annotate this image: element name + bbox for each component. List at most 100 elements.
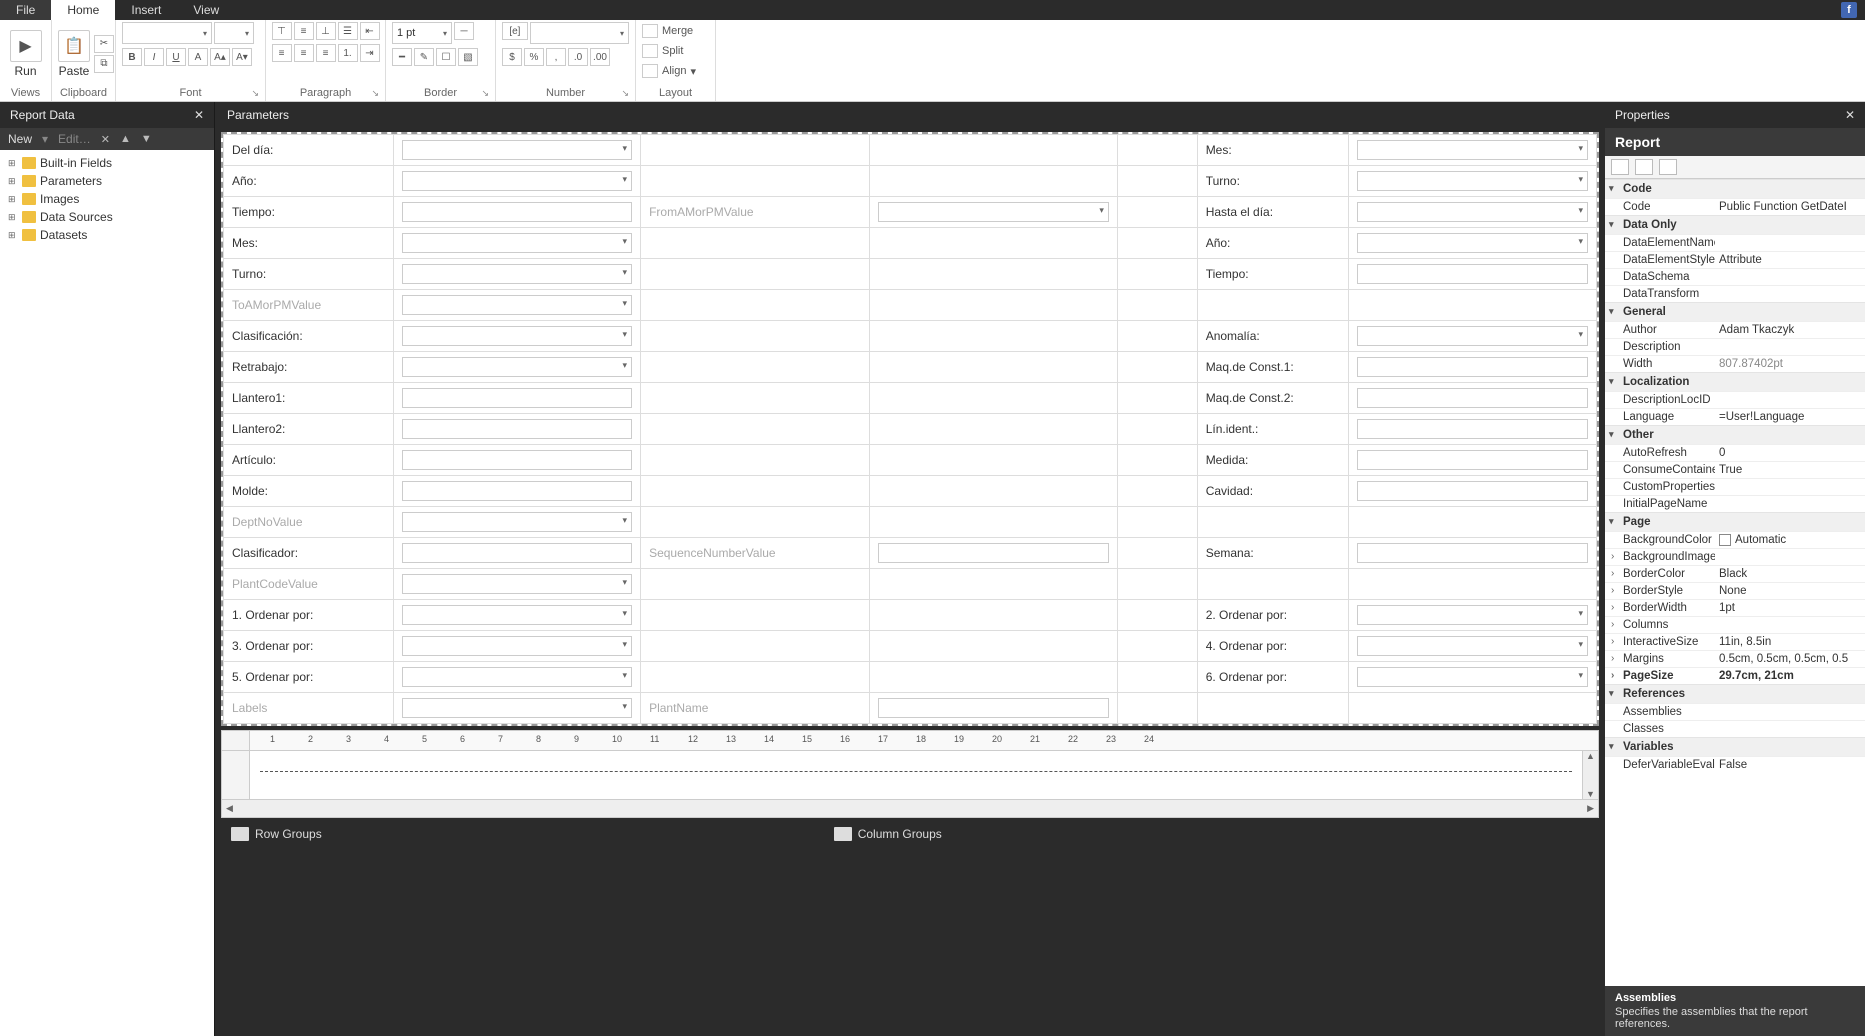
param-field[interactable]	[1349, 445, 1597, 476]
param-field[interactable]	[1349, 197, 1597, 228]
property-value[interactable]	[1715, 392, 1865, 408]
vertical-scrollbar[interactable]: ▲▼	[1582, 751, 1598, 799]
property-value[interactable]	[1715, 479, 1865, 495]
property-row[interactable]: BackgroundColorAutomatic	[1605, 531, 1865, 548]
param-field[interactable]	[1349, 538, 1597, 569]
border-dialog-icon[interactable]: ↘	[481, 88, 489, 99]
number-format-combo[interactable]: ▾	[530, 22, 629, 44]
param-field[interactable]	[1349, 166, 1597, 197]
percent-button[interactable]: %	[524, 48, 544, 66]
property-value[interactable]	[1715, 496, 1865, 512]
param-field[interactable]	[1349, 321, 1597, 352]
tree-item[interactable]: ⊞Built-in Fields	[0, 154, 214, 172]
split-button[interactable]: Split	[642, 42, 683, 60]
property-value[interactable]: 11in, 8.5in	[1715, 634, 1865, 650]
property-value[interactable]	[1715, 269, 1865, 285]
font-color-button[interactable]: A	[188, 48, 208, 66]
categorized-button[interactable]	[1611, 159, 1629, 175]
param-field[interactable]	[1349, 259, 1597, 290]
align-center-button[interactable]: ≡	[294, 44, 314, 62]
align-right-button[interactable]: ≡	[316, 44, 336, 62]
row-groups-button[interactable]: Row Groups	[215, 827, 338, 841]
indent-button[interactable]: ⇥	[360, 44, 380, 62]
param-field[interactable]	[393, 569, 641, 600]
align-left-button[interactable]: ≡	[272, 44, 292, 62]
property-category[interactable]: References	[1605, 684, 1865, 703]
expand-icon[interactable]: ⊞	[8, 194, 18, 205]
align-mid-button[interactable]: ≡	[294, 22, 314, 40]
param-field[interactable]	[393, 290, 641, 321]
font-family-combo[interactable]: ▾	[122, 22, 212, 44]
param-field[interactable]	[1349, 383, 1597, 414]
font-size-combo[interactable]: ▾	[214, 22, 254, 44]
placeholder-button[interactable]: [e]	[502, 22, 528, 40]
border-presets-button[interactable]: ☐	[436, 48, 456, 66]
delete-icon[interactable]: ✕	[101, 133, 110, 146]
copy-button[interactable]: ⧉	[94, 55, 114, 73]
property-row[interactable]: DataTransform	[1605, 285, 1865, 302]
param-field[interactable]	[393, 135, 641, 166]
param-field[interactable]	[393, 197, 641, 228]
property-value[interactable]: 0	[1715, 445, 1865, 461]
param-field[interactable]	[1349, 352, 1597, 383]
property-value[interactable]	[1715, 549, 1865, 565]
expand-icon[interactable]: ⊞	[8, 212, 18, 223]
border-style-button[interactable]: ─	[454, 22, 474, 40]
param-field[interactable]	[393, 631, 641, 662]
property-value[interactable]: False	[1715, 757, 1865, 773]
param-field[interactable]	[393, 476, 641, 507]
param-field[interactable]	[1349, 414, 1597, 445]
property-row[interactable]: AutoRefresh0	[1605, 444, 1865, 461]
param-field[interactable]	[393, 693, 641, 724]
param-field[interactable]	[870, 538, 1118, 569]
property-row[interactable]: Columns	[1605, 616, 1865, 633]
property-row[interactable]: Width807.87402pt	[1605, 355, 1865, 372]
property-value[interactable]	[1715, 235, 1865, 251]
property-value[interactable]: 0.5cm, 0.5cm, 0.5cm, 0.5	[1715, 651, 1865, 667]
property-row[interactable]: Classes	[1605, 720, 1865, 737]
numbering-button[interactable]: 1.	[338, 44, 358, 62]
param-field[interactable]	[1349, 631, 1597, 662]
paragraph-dialog-icon[interactable]: ↘	[371, 88, 379, 99]
move-down-icon[interactable]: ▼	[141, 133, 152, 145]
property-category[interactable]: Data Only	[1605, 215, 1865, 234]
property-grid[interactable]: CodeCodePublic Function GetDateIData Onl…	[1605, 179, 1865, 986]
column-groups-button[interactable]: Column Groups	[818, 827, 958, 841]
property-category[interactable]: Variables	[1605, 737, 1865, 756]
tab-home[interactable]: Home	[51, 0, 115, 20]
property-row[interactable]: AuthorAdam Tkaczyk	[1605, 321, 1865, 338]
param-field[interactable]	[1349, 600, 1597, 631]
param-field[interactable]	[393, 383, 641, 414]
tree-item[interactable]: ⊞Data Sources	[0, 208, 214, 226]
property-value[interactable]: 1pt	[1715, 600, 1865, 616]
param-field[interactable]	[393, 321, 641, 352]
inc-decimal-button[interactable]: .0	[568, 48, 588, 66]
param-field[interactable]	[393, 352, 641, 383]
number-dialog-icon[interactable]: ↘	[621, 88, 629, 99]
param-field[interactable]	[393, 445, 641, 476]
align-menu-button[interactable]: Align ▾	[642, 62, 696, 80]
property-value[interactable]	[1715, 721, 1865, 737]
expand-icon[interactable]: ⊞	[8, 230, 18, 241]
param-field[interactable]	[393, 414, 641, 445]
param-field[interactable]	[1349, 228, 1597, 259]
cut-button[interactable]: ✂	[94, 35, 114, 53]
feedback-icon[interactable]: f	[1841, 2, 1857, 18]
property-row[interactable]: CodePublic Function GetDateI	[1605, 198, 1865, 215]
comma-button[interactable]: ,	[546, 48, 566, 66]
property-value[interactable]	[1715, 286, 1865, 302]
property-pages-button[interactable]	[1659, 159, 1677, 175]
param-field[interactable]	[393, 166, 641, 197]
tab-insert[interactable]: Insert	[115, 0, 177, 20]
new-button[interactable]: New	[8, 132, 32, 146]
property-value[interactable]: 29.7cm, 21cm	[1715, 668, 1865, 684]
property-row[interactable]: DataElementStyleAttribute	[1605, 251, 1865, 268]
dedent-button[interactable]: ⇤	[360, 22, 380, 40]
property-value[interactable]: Adam Tkaczyk	[1715, 322, 1865, 338]
property-category[interactable]: Other	[1605, 425, 1865, 444]
currency-button[interactable]: $	[502, 48, 522, 66]
param-field[interactable]	[393, 259, 641, 290]
property-row[interactable]: BorderStyleNone	[1605, 582, 1865, 599]
tab-file[interactable]: File	[0, 0, 51, 20]
property-value[interactable]: Attribute	[1715, 252, 1865, 268]
